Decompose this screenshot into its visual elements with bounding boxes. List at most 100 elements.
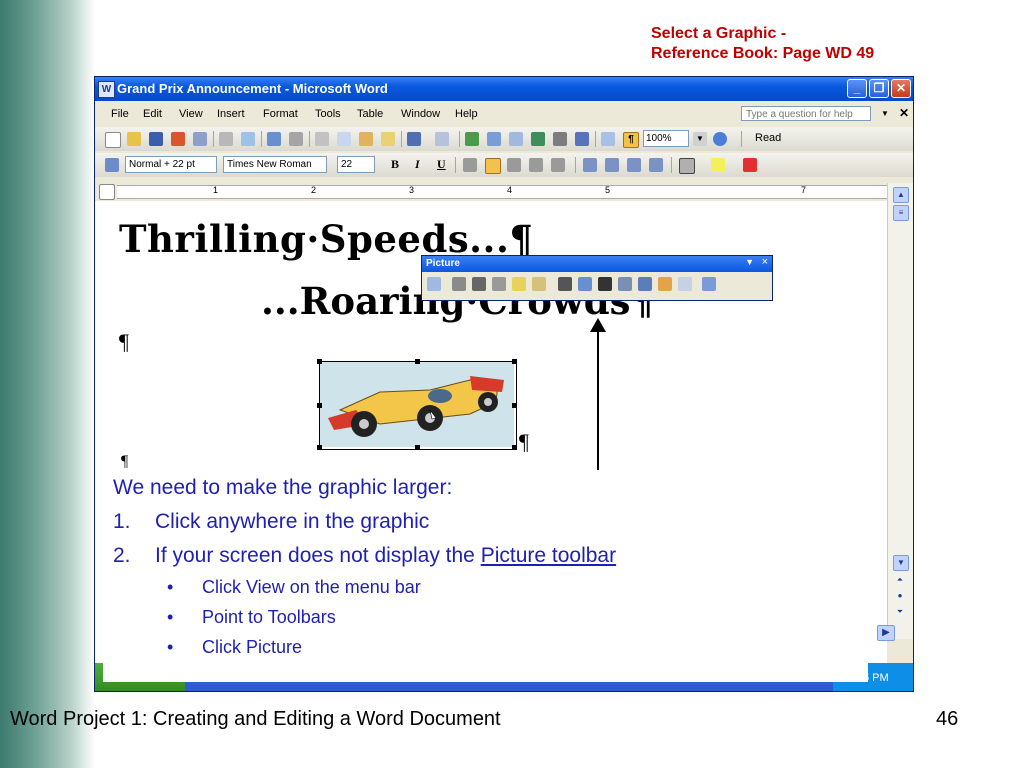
scroll-down-icon[interactable]: ▼ (893, 555, 909, 571)
read-button[interactable]: Read (755, 132, 781, 144)
close-document-icon[interactable]: ✕ (899, 106, 909, 120)
undo-icon[interactable] (407, 132, 421, 146)
drawing-icon[interactable] (575, 132, 589, 146)
less-brightness-icon[interactable] (532, 277, 546, 291)
align-right-icon[interactable] (507, 158, 521, 172)
font-color-icon[interactable] (743, 158, 757, 172)
increase-indent-icon[interactable] (649, 158, 663, 172)
menu-insert[interactable]: Insert (217, 108, 245, 120)
scroll-right-icon[interactable]: ▶ (877, 625, 895, 641)
styles-formatting-icon[interactable] (105, 158, 119, 172)
italic-button[interactable]: I (415, 157, 420, 172)
set-transparent-color-icon[interactable] (678, 277, 692, 291)
highlight-icon[interactable] (711, 158, 725, 172)
close-button[interactable]: ✕ (891, 79, 911, 98)
save-icon[interactable] (149, 132, 163, 146)
scroll-up-icon[interactable]: ▲ (893, 187, 909, 203)
race-car-graphic[interactable] (317, 359, 517, 450)
toolbar-separator (401, 131, 402, 147)
previous-page-icon[interactable]: ⏶ (893, 573, 907, 587)
resize-handle[interactable] (512, 359, 517, 364)
restore-button[interactable]: ❐ (869, 79, 889, 98)
line-style-icon[interactable] (598, 277, 612, 291)
underline-button[interactable]: U (437, 157, 446, 172)
style-select[interactable]: Normal + 22 pt (125, 156, 217, 173)
help-icon[interactable] (713, 132, 727, 146)
bold-button[interactable]: B (391, 157, 399, 172)
word-app-icon[interactable]: W (98, 81, 115, 98)
redo-icon[interactable] (435, 132, 449, 146)
permission-icon[interactable] (171, 132, 185, 146)
menu-tools[interactable]: Tools (315, 108, 341, 120)
select-browse-object-icon[interactable]: ● (893, 589, 907, 603)
zoom-dropdown-icon[interactable]: ▼ (693, 132, 707, 146)
picture-toolbar-title[interactable]: Picture (422, 256, 772, 272)
justify-icon[interactable] (529, 158, 543, 172)
tab-selector-icon[interactable] (99, 184, 115, 200)
resize-handle[interactable] (512, 445, 517, 450)
resize-handle[interactable] (317, 403, 322, 408)
vertical-scrollbar[interactable]: ▲ ≡ ▼ ⏶ ● ⏷ (887, 183, 913, 639)
resize-handle[interactable] (317, 359, 322, 364)
line-spacing-icon[interactable] (551, 158, 565, 172)
print-preview-icon[interactable] (241, 132, 255, 146)
toolbar-options-icon[interactable]: ▼ (745, 257, 754, 267)
compress-pictures-icon[interactable] (618, 277, 632, 291)
minimize-button[interactable]: _ (847, 79, 867, 98)
borders-icon[interactable] (679, 158, 695, 174)
next-page-icon[interactable]: ⏷ (893, 605, 907, 619)
numbering-icon[interactable] (583, 158, 597, 172)
resize-handle[interactable] (317, 445, 322, 450)
less-contrast-icon[interactable] (492, 277, 506, 291)
insert-excel-icon[interactable] (531, 132, 545, 146)
email-icon[interactable] (193, 132, 207, 146)
spelling-icon[interactable] (267, 132, 281, 146)
copy-icon[interactable] (337, 132, 351, 146)
help-search-input[interactable]: Type a question for help (741, 106, 871, 121)
crop-icon[interactable] (558, 277, 572, 291)
rotate-left-icon[interactable] (578, 277, 592, 291)
menu-file[interactable]: File (111, 108, 129, 120)
align-left-icon[interactable] (463, 158, 477, 172)
menu-window[interactable]: Window (401, 108, 440, 120)
open-icon[interactable] (127, 132, 141, 146)
resize-handle[interactable] (512, 403, 517, 408)
picture-toolbar-close-icon[interactable]: × (762, 256, 768, 268)
menu-format[interactable]: Format (263, 108, 298, 120)
picture-toolbar-link[interactable]: Picture toolbar (481, 544, 616, 567)
color-icon[interactable] (452, 277, 466, 291)
menu-view[interactable]: View (179, 108, 203, 120)
more-contrast-icon[interactable] (472, 277, 486, 291)
paste-icon[interactable] (359, 132, 373, 146)
document-map-icon[interactable] (601, 132, 615, 146)
columns-icon[interactable] (553, 132, 567, 146)
more-brightness-icon[interactable] (512, 277, 526, 291)
scroll-thumb[interactable]: ≡ (893, 205, 909, 221)
help-dropdown-icon[interactable]: ▼ (881, 109, 889, 118)
decrease-indent-icon[interactable] (627, 158, 641, 172)
research-icon[interactable] (289, 132, 303, 146)
show-hide-paragraph-icon[interactable]: ¶ (623, 132, 639, 148)
zoom-select[interactable]: 100% (643, 130, 689, 147)
insert-hyperlink-icon[interactable] (465, 132, 479, 146)
insert-table-icon[interactable] (509, 132, 523, 146)
text-wrapping-icon[interactable] (638, 277, 652, 291)
format-painter-icon[interactable] (381, 132, 395, 146)
menu-table[interactable]: Table (357, 108, 383, 120)
resize-handle[interactable] (415, 359, 420, 364)
font-size-select[interactable]: 22 (337, 156, 375, 173)
resize-handle[interactable] (415, 445, 420, 450)
font-select[interactable]: Times New Roman (223, 156, 327, 173)
menu-edit[interactable]: Edit (143, 108, 162, 120)
ruler-strip[interactable]: 1 2 3 4 5 7 (117, 185, 887, 199)
bullets-icon[interactable] (605, 158, 619, 172)
reset-picture-icon[interactable] (702, 277, 716, 291)
cut-icon[interactable] (315, 132, 329, 146)
menu-help[interactable]: Help (455, 108, 478, 120)
insert-picture-icon[interactable] (427, 277, 441, 291)
tables-borders-icon[interactable] (487, 132, 501, 146)
new-document-icon[interactable] (105, 132, 121, 148)
print-icon[interactable] (219, 132, 233, 146)
format-picture-icon[interactable] (658, 277, 672, 291)
center-icon[interactable] (485, 158, 501, 174)
